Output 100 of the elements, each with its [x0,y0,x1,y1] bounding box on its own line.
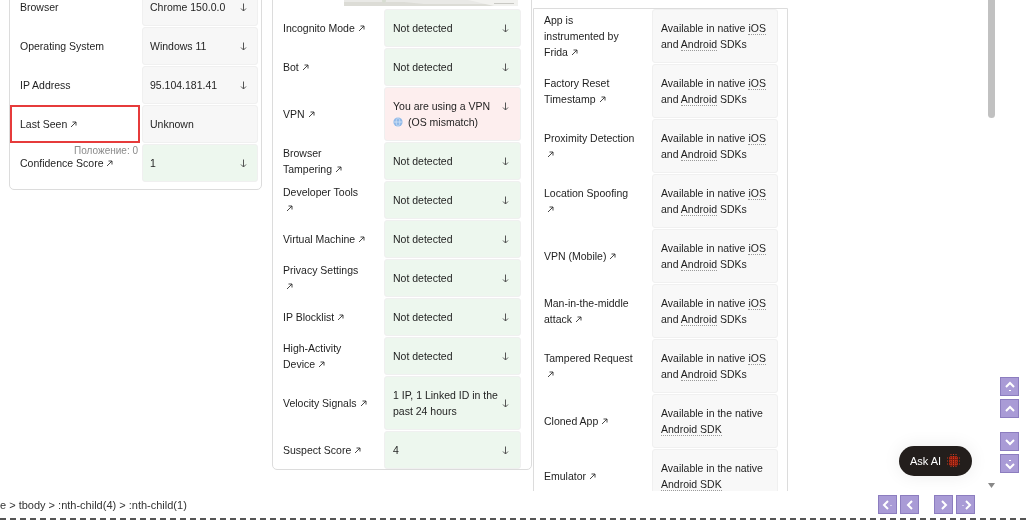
term-link[interactable]: iOS [748,352,766,365]
arrow-down-icon[interactable] [240,2,247,12]
term-link[interactable]: Android [680,203,718,216]
term-link[interactable]: Android [680,38,718,51]
signal-link[interactable]: Confidence Score [20,155,114,171]
cell-value: Available in the native Android SDK [661,462,763,491]
cell-detail: (OS mismatch) [408,116,478,128]
signal-link[interactable]: Developer Tools [283,184,368,216]
cell-value: Not detected [393,61,453,73]
arrow-down-icon[interactable] [502,234,509,244]
cell-value: Available in native iOS and Android SDKs [661,352,766,381]
row-label: Browser [20,0,59,15]
term-link[interactable]: Android [680,368,718,381]
scroll-down-icon[interactable] [988,483,995,488]
ask-ai-button[interactable]: Ask AI [899,446,973,476]
term-link[interactable]: iOS [748,22,766,35]
cell-value: Not detected [393,272,453,284]
arrow-down-icon[interactable] [502,102,509,111]
signal-link[interactable]: Last Seen [20,116,78,132]
scroll-up-button[interactable] [1000,399,1019,418]
term-link[interactable]: Android [680,148,718,161]
cell-value: Not detected [393,155,453,167]
external-link-icon [358,236,366,243]
external-link-icon [106,160,114,167]
external-link-icon [354,447,362,454]
scroll-down-button[interactable] [1000,432,1019,451]
arrow-down-icon[interactable] [502,195,509,205]
arrow-down-icon[interactable] [502,23,509,33]
cell-value: Windows 11 [150,40,207,52]
external-link-icon [337,314,345,321]
term-link[interactable]: iOS [748,297,766,310]
arrow-down-icon[interactable] [502,351,509,361]
scroll-top-button[interactable] [1000,377,1019,396]
signal-link[interactable]: Man-in-the-middle attack [544,295,636,327]
term-link[interactable]: iOS [748,187,766,200]
next-button[interactable] [934,495,953,514]
signal-link[interactable]: Incognito Mode [283,20,365,36]
external-link-icon [286,283,293,290]
first-button[interactable] [878,495,897,514]
term-link[interactable]: iOS [748,132,766,145]
external-link-icon [307,111,315,118]
row-label: Operating System [20,39,105,54]
signal-link[interactable]: VPN [283,106,315,122]
globe-icon [393,117,403,127]
external-link-icon [359,400,367,407]
signal-link[interactable]: Proximity Detection [544,130,636,162]
signal-link[interactable]: Bot [283,59,309,75]
signal-link[interactable]: High-Activity Device [283,340,368,372]
cell-value: 1 IP, 1 Linked ID in the past 24 hours [393,389,498,417]
external-link-icon [589,473,596,480]
external-link-icon [547,206,554,213]
cell-value: Not detected [393,194,453,206]
term-link[interactable]: Android [680,258,718,271]
arrow-down-icon[interactable] [502,62,509,72]
last-button[interactable] [956,495,975,514]
signal-link[interactable]: App is instrumented by Frida [544,12,636,60]
cell-value: 4 [393,444,399,456]
cell-value: Available in native iOS and Android SDKs [661,187,766,216]
term-link[interactable]: Android SDK [661,478,722,491]
arrow-down-icon[interactable] [502,398,509,408]
term-link[interactable]: Android SDK [661,423,722,436]
arrow-down-icon[interactable] [502,273,509,283]
signal-link[interactable]: Velocity Signals [283,395,367,411]
arrow-down-icon[interactable] [240,41,247,51]
signal-link[interactable]: Location Spoofing [544,185,636,217]
signal-link[interactable]: Tampered Request [544,350,636,382]
signal-link[interactable]: Privacy Settings [283,262,368,294]
external-link-icon [570,49,578,56]
signal-link[interactable]: VPN (Mobile) [544,248,617,264]
scroll-bottom-button[interactable] [1000,454,1019,473]
previous-button[interactable] [900,495,919,514]
external-link-icon [609,253,617,260]
signal-link[interactable]: Emulator [544,468,596,484]
arrow-down-icon[interactable] [240,158,247,168]
external-link-icon [357,25,365,32]
external-link-icon [601,418,609,425]
element-path: e > tbody > :nth-child(4) > :nth-child(1) [0,498,187,511]
signal-link[interactable]: IP Blocklist [283,309,345,325]
signal-link[interactable]: Cloned App [544,413,609,429]
signal-link[interactable]: Virtual Machine [283,231,366,247]
arrow-down-icon[interactable] [240,80,247,90]
cell-value: Not detected [393,350,453,362]
external-link-icon [301,64,309,71]
scrollbar-thumb[interactable] [988,0,995,118]
signal-link[interactable]: Browser Tampering [283,145,368,177]
term-link[interactable]: Android [680,313,718,326]
cell-value: Not detected [393,233,453,245]
cell-value: Available in native iOS and Android SDKs [661,132,766,161]
term-link[interactable]: iOS [748,242,766,255]
arrow-down-icon[interactable] [502,445,509,455]
signal-link[interactable]: Factory Reset Timestamp [544,75,636,107]
arrow-down-icon[interactable] [502,156,509,166]
term-link[interactable]: Android [680,93,718,106]
arrow-down-icon[interactable] [502,312,509,322]
cell-value: Available in native iOS and Android SDKs [661,297,766,326]
external-link-icon [70,121,78,128]
cell-value: Available in the native Android SDK [661,407,763,436]
term-link[interactable]: iOS [748,77,766,90]
signal-link[interactable]: Suspect Score [283,442,362,458]
cell-value: Not detected [393,311,453,323]
